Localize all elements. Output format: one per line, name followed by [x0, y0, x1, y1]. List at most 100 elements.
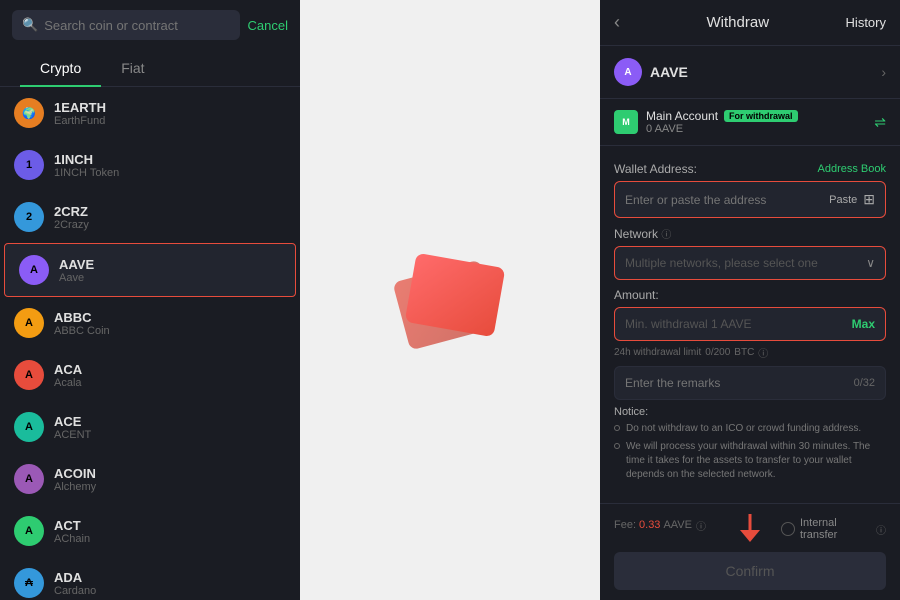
list-item[interactable]: A ACTAChain	[0, 505, 300, 557]
coin-info: ACEACENT	[54, 414, 91, 441]
coin-name: EarthFund	[54, 115, 106, 127]
account-name-row: Main Account For withdrawal	[646, 109, 866, 123]
network-select[interactable]: Multiple networks, please select one ∨	[614, 246, 886, 280]
coin-icon: 2	[14, 202, 44, 232]
account-icon-text: M	[622, 117, 630, 127]
limit-value: 0/200	[705, 347, 730, 358]
coin-icon: A	[14, 516, 44, 546]
coin-symbol: ACOIN	[54, 466, 96, 481]
coin-icon: A	[14, 412, 44, 442]
coin-name: AChain	[54, 533, 90, 545]
notice-section: Notice: Do not withdraw to an ICO or cro…	[614, 406, 886, 482]
network-placeholder: Multiple networks, please select one	[625, 256, 866, 270]
tab-row: Crypto Fiat	[0, 50, 300, 87]
coin-name: Cardano	[54, 585, 96, 597]
network-info-icon: ⓘ	[661, 230, 671, 241]
coin-info: 2CRZ2Crazy	[54, 204, 89, 231]
network-label-row: Network ⓘ	[614, 226, 886, 241]
list-item[interactable]: AAAVEAave	[4, 243, 296, 297]
list-item[interactable]: 1 1INCH1INCH Token	[0, 139, 300, 191]
coin-icon: 1	[14, 150, 44, 180]
right-panel: ‹ Withdraw History A AAVE › M Main Accou…	[600, 0, 900, 600]
bottom-bar: Fee: 0.33 AAVE ⓘ Internal transfer ⓘ Con…	[600, 503, 900, 600]
right-header: ‹ Withdraw History	[600, 0, 900, 46]
scan-icon[interactable]: ⊞	[863, 191, 875, 208]
paste-button[interactable]: Paste	[829, 194, 857, 206]
chevron-down-icon: ∨	[866, 256, 875, 270]
address-book-link[interactable]: Address Book	[818, 163, 886, 175]
coin-symbol: ACT	[54, 518, 90, 533]
arrow-down-icon	[732, 514, 768, 544]
tab-crypto[interactable]: Crypto	[20, 50, 101, 86]
fee-label: Fee:	[614, 519, 636, 531]
remarks-input[interactable]	[625, 376, 854, 390]
left-panel: 🔍 Cancel Crypto Fiat 🌍1EARTHEarthFund11I…	[0, 0, 300, 600]
coin-info: ACAAcala	[54, 362, 82, 389]
network-label: Network ⓘ	[614, 226, 671, 241]
list-item[interactable]: 2 2CRZ2Crazy	[0, 191, 300, 243]
list-item[interactable]: ₳ ADACardano	[0, 557, 300, 600]
limit-currency: BTC	[734, 347, 754, 358]
page-title: Withdraw	[630, 14, 846, 31]
coin-info: ADACardano	[54, 570, 96, 597]
coin-name: Alchemy	[54, 481, 96, 493]
internal-transfer-row: Internal transfer ⓘ	[781, 517, 886, 541]
coin-icon: ₳	[14, 568, 44, 598]
coin-info: 1EARTHEarthFund	[54, 100, 106, 127]
list-item[interactable]: 🌍1EARTHEarthFund	[0, 87, 300, 139]
coin-info: 1INCH1INCH Token	[54, 152, 119, 179]
account-icon: M	[614, 110, 638, 134]
list-item[interactable]: A ACEACENT	[0, 401, 300, 453]
coin-name: Aave	[59, 272, 94, 284]
limit-info-icon: ⓘ	[758, 345, 768, 360]
coin-info: ABBCABBC Coin	[54, 310, 110, 337]
wallet-address-input[interactable]	[625, 193, 823, 207]
coin-symbol: 1INCH	[54, 152, 119, 167]
internal-transfer-radio[interactable]	[781, 522, 795, 536]
chevron-right-icon: ›	[881, 64, 886, 80]
asset-symbol: AAVE	[650, 64, 881, 80]
wallet-address-label: Wallet Address:	[614, 162, 697, 176]
back-button[interactable]: ‹	[614, 12, 620, 33]
account-label: Main Account	[646, 109, 718, 123]
coin-icon: A	[14, 360, 44, 390]
search-input[interactable]	[44, 18, 229, 33]
limit-row: 24h withdrawal limit 0/200 BTC ⓘ	[614, 345, 886, 360]
list-item[interactable]: A ABBCABBC Coin	[0, 297, 300, 349]
coin-name: ACENT	[54, 429, 91, 441]
tab-fiat[interactable]: Fiat	[101, 50, 164, 86]
coin-symbol: ACE	[54, 414, 91, 429]
notice-label: Notice:	[614, 406, 886, 418]
amount-placeholder: Min. withdrawal 1 AAVE	[625, 317, 852, 331]
coin-icon: A	[14, 464, 44, 494]
asset-icon-text: A	[624, 67, 631, 78]
coin-symbol: 1EARTH	[54, 100, 106, 115]
coin-info: ACOINAlchemy	[54, 466, 96, 493]
transfer-icon: ⇌	[874, 114, 886, 131]
asset-row[interactable]: A AAVE ›	[600, 46, 900, 99]
history-button[interactable]: History	[846, 15, 886, 30]
form-section: Wallet Address: Address Book Paste ⊞ Net…	[600, 146, 900, 503]
coin-name: ABBC Coin	[54, 325, 110, 337]
list-item[interactable]: A ACOINAlchemy	[0, 453, 300, 505]
fee-currency: AAVE	[663, 519, 692, 531]
cancel-button[interactable]: Cancel	[248, 18, 288, 33]
account-row: M Main Account For withdrawal 0 AAVE ⇌	[600, 99, 900, 146]
coin-icon: A	[14, 308, 44, 338]
max-button[interactable]: Max	[852, 317, 875, 331]
amount-label-row: Amount:	[614, 288, 886, 302]
confirm-button[interactable]: Confirm	[614, 552, 886, 590]
internal-transfer-info-icon: ⓘ	[876, 522, 886, 537]
remarks-box: 0/32	[614, 366, 886, 400]
account-balance: 0 AAVE	[646, 123, 866, 135]
internal-transfer-label: Internal transfer	[800, 517, 871, 541]
coin-name: 2Crazy	[54, 219, 89, 231]
coin-name: 1INCH Token	[54, 167, 119, 179]
withdrawal-badge: For withdrawal	[724, 110, 798, 122]
notice-dot-2	[614, 443, 620, 449]
wallet-address-label-row: Wallet Address: Address Book	[614, 162, 886, 176]
coin-list: 🌍1EARTHEarthFund 1 1INCH1INCH Token 2 2CRZ2C…	[0, 87, 300, 600]
list-item[interactable]: A ACAAcala	[0, 349, 300, 401]
wallet-address-input-box: Paste ⊞	[614, 181, 886, 218]
fee-info-icon: ⓘ	[696, 518, 706, 533]
